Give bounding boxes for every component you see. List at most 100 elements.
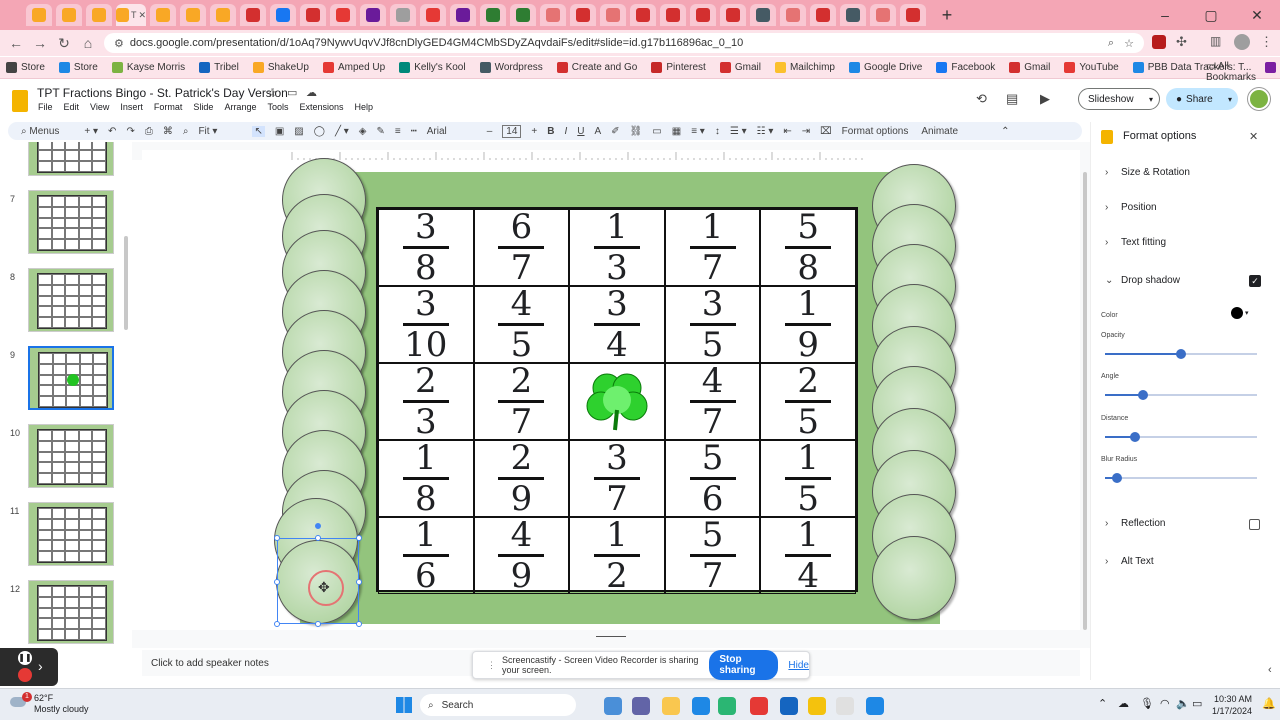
link-icon[interactable]: ⛓: [630, 126, 643, 137]
zoom-icon[interactable]: ⌕: [1108, 37, 1114, 50]
forward-icon[interactable]: →: [28, 35, 52, 51]
menu-view[interactable]: View: [90, 102, 109, 112]
bingo-cell[interactable]: 12: [569, 517, 665, 594]
browser-tab[interactable]: [720, 4, 746, 26]
tray-chevron-icon[interactable]: ⌃: [1098, 697, 1107, 710]
browser-tab[interactable]: [150, 4, 176, 26]
norton-icon[interactable]: [808, 697, 826, 715]
browser-tab[interactable]: [420, 4, 446, 26]
select-tool-icon[interactable]: ↖: [252, 125, 265, 137]
hide-link[interactable]: Hide: [788, 660, 809, 671]
slide-thumbnail[interactable]: [28, 268, 114, 332]
bingo-cell[interactable]: 14: [760, 517, 856, 594]
bingo-cell[interactable]: 23: [378, 363, 474, 440]
image-icon[interactable]: ▨: [294, 126, 303, 137]
collapse-toolbar-icon[interactable]: ⌃: [1001, 126, 1009, 137]
browser-tab[interactable]: [630, 4, 656, 26]
comments-icon[interactable]: ▤: [1006, 91, 1018, 107]
increase-font-icon[interactable]: +: [531, 126, 537, 137]
browser-tab[interactable]: [210, 4, 236, 26]
slide-thumbnail[interactable]: [28, 580, 114, 644]
menu-help[interactable]: Help: [355, 102, 374, 112]
drag-grip-icon[interactable]: ⋮: [487, 660, 496, 671]
decrease-font-icon[interactable]: –: [487, 126, 493, 137]
close-tab-icon[interactable]: ✕: [138, 10, 146, 21]
border-dash-icon[interactable]: ┅: [411, 126, 417, 137]
bold-icon[interactable]: B: [547, 126, 554, 137]
browser-tab[interactable]: [540, 4, 566, 26]
browser-tab[interactable]: [780, 4, 806, 26]
photos-icon[interactable]: [780, 697, 798, 715]
browser-tab[interactable]: [840, 4, 866, 26]
blur-slider[interactable]: [1105, 473, 1257, 483]
fill-color-icon[interactable]: ◈: [359, 126, 367, 137]
onedrive-icon[interactable]: ☁: [1118, 697, 1129, 710]
star-icon[interactable]: ☆: [267, 86, 277, 99]
font-size-field[interactable]: 14: [502, 124, 522, 138]
marker-chip[interactable]: [872, 536, 956, 620]
pause-icon[interactable]: ❚❚: [18, 651, 32, 665]
bookmark-item[interactable]: Store: [6, 62, 45, 73]
back-icon[interactable]: ←: [4, 35, 28, 51]
slide-thumbnail[interactable]: [28, 190, 114, 254]
search-menus[interactable]: ⌕ Menus: [21, 126, 59, 137]
bookmark-item[interactable]: Gmail: [1009, 62, 1050, 73]
canvas-scrollbar[interactable]: [1083, 172, 1087, 630]
bingo-cell[interactable]: 18: [378, 440, 474, 517]
opacity-slider[interactable]: [1105, 349, 1257, 359]
browser-tab[interactable]: [56, 4, 82, 26]
minimize-icon[interactable]: –: [1142, 7, 1188, 23]
browser-tab[interactable]: [180, 4, 206, 26]
browser-tab[interactable]: [660, 4, 686, 26]
bingo-cell[interactable]: 37: [569, 440, 665, 517]
puzzle-icon[interactable]: ✣: [1176, 34, 1187, 50]
menu-edit[interactable]: Edit: [64, 102, 80, 112]
highlight-icon[interactable]: ✐: [611, 126, 619, 137]
shape-icon[interactable]: ◯: [314, 126, 325, 137]
browser-tab[interactable]: [570, 4, 596, 26]
mic-icon[interactable]: 🎙: [1140, 697, 1154, 710]
bingo-cell[interactable]: 47: [664, 363, 761, 440]
resize-handle[interactable]: [315, 535, 321, 541]
border-color-icon[interactable]: ✎: [376, 126, 384, 137]
bookmark-item[interactable]: Pinterest: [651, 62, 706, 73]
bookmark-item[interactable]: Google Drive: [848, 62, 922, 73]
bookmark-item[interactable]: Amped Up: [322, 62, 385, 73]
image-insert-icon[interactable]: ▦: [672, 126, 681, 137]
bookmark-item[interactable]: Kayse Morris: [111, 62, 185, 73]
bingo-cell[interactable]: 45: [473, 286, 570, 363]
browser-tab[interactable]: [390, 4, 416, 26]
browser-tab[interactable]: [270, 4, 296, 26]
bingo-cell[interactable]: 29: [473, 440, 570, 517]
bingo-cell[interactable]: 19: [760, 286, 856, 363]
side-panel-toggle-icon[interactable]: ‹: [1268, 664, 1272, 676]
zoom-icon[interactable]: ⌕: [183, 126, 189, 137]
distance-slider[interactable]: [1105, 432, 1257, 442]
comment-icon[interactable]: ▭: [652, 126, 661, 137]
notes-drag-handle[interactable]: [596, 636, 626, 637]
italic-icon[interactable]: I: [565, 126, 568, 137]
zoom-select[interactable]: Fit ▾: [198, 126, 242, 137]
animate-button[interactable]: Animate: [921, 126, 958, 137]
clock[interactable]: 10:30 AM 1/17/2024: [1212, 693, 1252, 717]
profile-avatar[interactable]: [1234, 34, 1250, 50]
resize-handle[interactable]: [315, 621, 321, 627]
bingo-cell[interactable]: 15: [760, 440, 856, 517]
slide-thumbnail[interactable]: [28, 424, 114, 488]
browser-tab[interactable]: [900, 4, 926, 26]
wifi-icon[interactable]: ◠: [1160, 697, 1170, 710]
more-menu-icon[interactable]: ⋮: [1260, 34, 1273, 50]
section-text-fitting[interactable]: › Text fitting: [1105, 237, 1166, 248]
bullet-list-icon[interactable]: ☰ ▾: [730, 126, 747, 137]
shadow-color-picker[interactable]: ▾: [1231, 307, 1249, 319]
bingo-cell[interactable]: 38: [378, 209, 474, 286]
bookmark-item[interactable]: Facebook: [936, 62, 995, 73]
bingo-cell[interactable]: 27: [473, 363, 570, 440]
font-select[interactable]: Arial: [427, 126, 477, 137]
bookmark-item[interactable]: Store: [58, 62, 98, 73]
sidebar-icon[interactable]: ▥: [1210, 34, 1221, 48]
defender-icon[interactable]: [866, 697, 884, 715]
menu-format[interactable]: Format: [154, 102, 183, 112]
drop-shadow-checkbox[interactable]: ✓: [1249, 275, 1261, 287]
align-icon[interactable]: ≡ ▾: [691, 126, 705, 137]
